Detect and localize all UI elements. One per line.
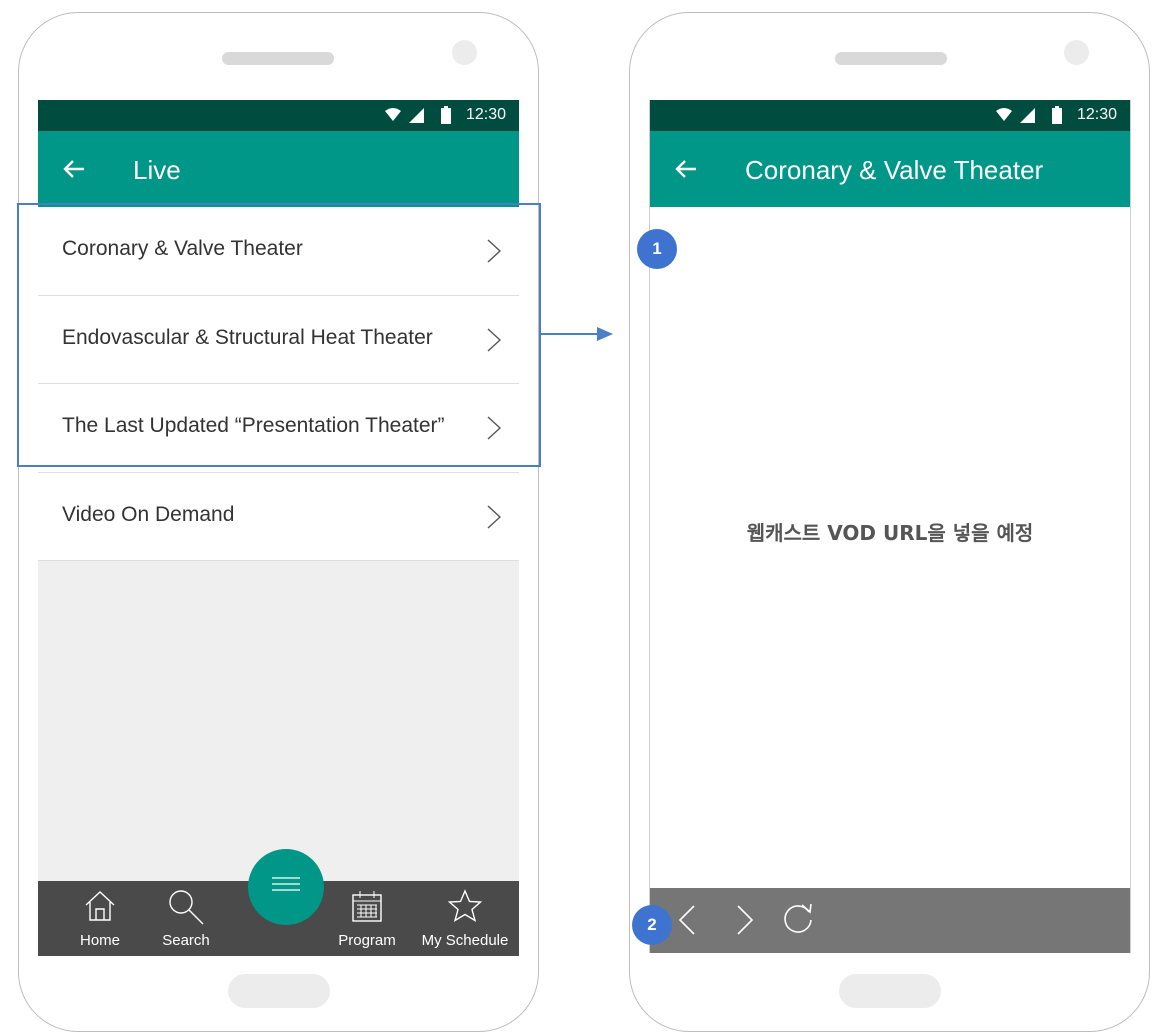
chevron-left-icon[interactable] xyxy=(670,902,706,938)
annotation-badge-1: 1 xyxy=(637,229,677,269)
webview-placeholder-text: 웹캐스트 VOD URL을 넣을 예정 xyxy=(746,521,1034,545)
menu-icon xyxy=(272,877,300,891)
nav-label: My Schedule xyxy=(421,932,509,949)
arrow-left-icon[interactable] xyxy=(670,153,702,185)
browser-toolbar xyxy=(650,888,1130,953)
page-title: Coronary & Valve Theater xyxy=(745,155,1044,185)
page-title: Live xyxy=(133,155,181,185)
app-bar: Coronary & Valve Theater xyxy=(650,131,1130,207)
phone-speaker xyxy=(835,52,947,65)
signal-icon xyxy=(1020,108,1035,123)
selection-highlight xyxy=(17,203,541,467)
nav-label: Search xyxy=(162,932,210,949)
wifi-icon xyxy=(996,108,1012,121)
right-screen: 12:30 Coronary & Valve Theater 웹캐스트 VOD … xyxy=(649,100,1131,953)
phone-home-button[interactable] xyxy=(839,974,941,1008)
phone-camera xyxy=(1064,40,1089,65)
app-bar: Live xyxy=(38,131,519,207)
home-icon xyxy=(85,891,115,921)
nav-label: Program xyxy=(338,932,396,949)
list-item[interactable]: Video On Demand xyxy=(38,472,519,561)
status-time: 12:30 xyxy=(465,106,506,123)
star-icon xyxy=(448,889,482,922)
phone-speaker xyxy=(222,52,334,65)
battery-icon xyxy=(1052,106,1062,124)
menu-fab-button[interactable] xyxy=(248,849,324,925)
nav-item-program[interactable]: Program xyxy=(333,881,401,956)
search-icon xyxy=(169,890,204,925)
phone-camera xyxy=(452,40,477,65)
annotation-badge-2: 2 xyxy=(632,905,672,945)
nav-item-home[interactable]: Home xyxy=(68,881,132,956)
flow-arrow-head xyxy=(597,327,613,341)
status-bar: 12:30 xyxy=(650,100,1130,131)
chevron-right-icon[interactable] xyxy=(726,902,762,938)
battery-icon xyxy=(441,106,451,124)
status-time: 12:30 xyxy=(1076,106,1117,123)
nav-item-my-schedule[interactable]: My Schedule xyxy=(415,881,515,956)
signal-icon xyxy=(409,108,424,123)
list-item-label: Video On Demand xyxy=(62,502,235,526)
chevron-right-icon xyxy=(487,504,501,529)
phone-home-button[interactable] xyxy=(228,974,330,1008)
refresh-icon[interactable] xyxy=(780,902,816,938)
arrow-left-icon[interactable] xyxy=(58,153,90,185)
calendar-icon xyxy=(352,891,382,922)
status-bar: 12:30 xyxy=(38,100,519,131)
nav-label: Home xyxy=(79,932,120,949)
nav-item-search[interactable]: Search xyxy=(154,881,218,956)
wifi-icon xyxy=(385,108,401,121)
flow-arrow-line xyxy=(541,333,599,335)
